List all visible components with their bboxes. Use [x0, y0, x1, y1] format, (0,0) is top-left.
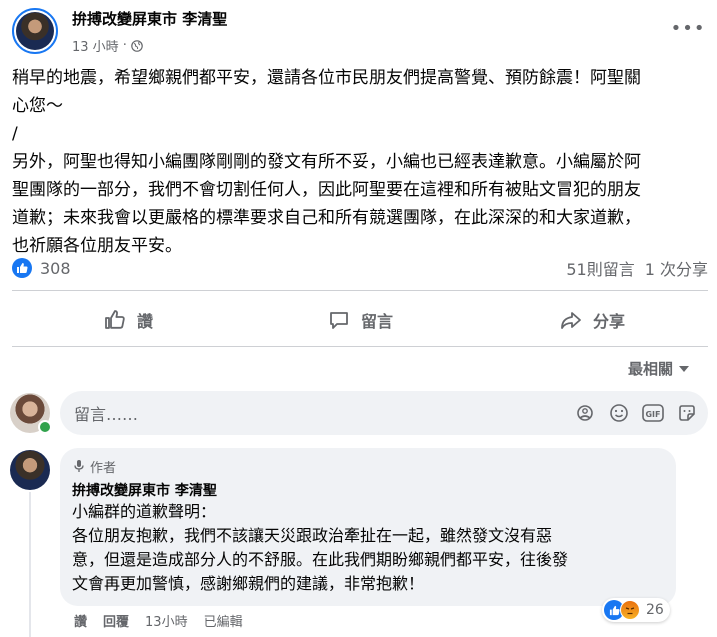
like-reaction-icon[interactable]	[12, 258, 32, 278]
globe-icon	[131, 39, 143, 52]
comment-line: 文會再更加警慎，感謝鄉親們的建議，非常抱歉！	[72, 574, 425, 593]
sort-label: 最相關	[628, 360, 674, 378]
comment-author-avatar[interactable]	[10, 450, 50, 490]
comment-edited: 已編輯	[203, 615, 243, 630]
thread-line	[29, 492, 31, 637]
share-button[interactable]: 分享	[476, 298, 708, 342]
comment-button[interactable]: 留言	[244, 298, 476, 342]
author-badge: 作者	[72, 456, 664, 476]
caret-down-icon	[679, 365, 690, 372]
post-line: 聖團隊的一部分，我們不會切割任何人，因此阿聖要在這裡和所有被貼文冒犯的朋友	[12, 180, 641, 200]
comment-like-link[interactable]: 讚	[74, 611, 87, 630]
post-line: /	[12, 124, 18, 144]
comment-reply-link[interactable]: 回覆	[103, 611, 129, 630]
microphone-icon	[74, 460, 84, 472]
comment-count[interactable]: 51則留言	[566, 256, 634, 280]
post-time[interactable]: 13 小時	[72, 36, 119, 55]
gif-icon[interactable]: GIF	[642, 402, 664, 424]
comment-label: 留言	[360, 312, 393, 331]
comment-reactions[interactable]: 26	[602, 598, 670, 622]
author-badge-label: 作者	[90, 460, 117, 476]
online-status-dot	[38, 420, 52, 434]
comment-icon	[330, 312, 348, 329]
post-actions: 讚 留言 分享	[12, 298, 708, 342]
reaction-count: 26	[646, 602, 664, 618]
emoji-icon[interactable]	[608, 402, 630, 424]
comment-placeholder: 留言……	[74, 405, 139, 424]
post-line: 稍早的地震，希望鄉親們都平安，還請各位市民朋友們提高警覺、預防餘震！阿聖關	[12, 68, 641, 88]
like-button[interactable]: 讚	[12, 298, 244, 342]
post-meta: 13 小時 ·	[72, 36, 143, 55]
comment-line: 意，但還是造成部分人的不舒服。在此我們期盼鄉親們都平安，往後發	[72, 550, 569, 569]
comment-time[interactable]: 13小時	[145, 611, 188, 630]
divider	[12, 346, 708, 347]
share-icon	[561, 312, 581, 329]
avatar-sticker-icon[interactable]	[574, 402, 596, 424]
post-line: 另外，阿聖也得知小編團隊剛剛的發文有所不妥，小編也已經表達歉意。小編屬於阿	[12, 152, 641, 172]
comment-actions: 讚 回覆 13小時 已編輯	[74, 611, 243, 630]
page-avatar[interactable]	[12, 8, 58, 54]
svg-text:GIF: GIF	[645, 410, 660, 419]
sticker-icon[interactable]	[676, 402, 698, 424]
angry-reaction-icon	[620, 600, 640, 620]
post-header: 拚搏改變屏東市 李清聖 13 小時 · •••	[0, 0, 717, 62]
post-line: 心您～	[12, 96, 63, 116]
post-body: 稍早的地震，希望鄉親們都平安，還請各位市民朋友們提高警覺、預防餘震！阿聖關 心您…	[12, 64, 708, 260]
comment-input[interactable]: 留言…… GIF	[60, 391, 708, 435]
comment-line: 各位朋友抱歉，我們不該讓天災跟政治牽扯在一起，雖然發文沒有惡	[72, 526, 553, 545]
comment-bubble: 作者 拚搏改變屏東市 李清聖 小編群的道歉聲明： 各位朋友抱歉，我們不該讓天災跟…	[60, 448, 676, 606]
post-line: 道歉；未來我會以更嚴格的標準要求自己和所有競選團隊，在此深深的和大家道歉，	[12, 208, 641, 228]
share-count[interactable]: 1 次分享	[645, 256, 708, 280]
like-count[interactable]: 308	[40, 259, 71, 278]
thumbs-up-icon	[105, 310, 125, 329]
post-stats: 308 51則留言 1 次分享	[12, 254, 708, 282]
comment-sort-dropdown[interactable]: 最相關	[628, 358, 690, 379]
page-name[interactable]: 拚搏改變屏東市 李清聖	[72, 8, 227, 29]
comment-author-name[interactable]: 拚搏改變屏東市 李清聖	[72, 480, 664, 500]
comment-line: 小編群的道歉聲明：	[72, 502, 217, 521]
like-label: 讚	[136, 312, 153, 331]
divider	[12, 290, 708, 291]
more-options-icon[interactable]: •••	[671, 16, 705, 40]
share-label: 分享	[592, 312, 625, 331]
